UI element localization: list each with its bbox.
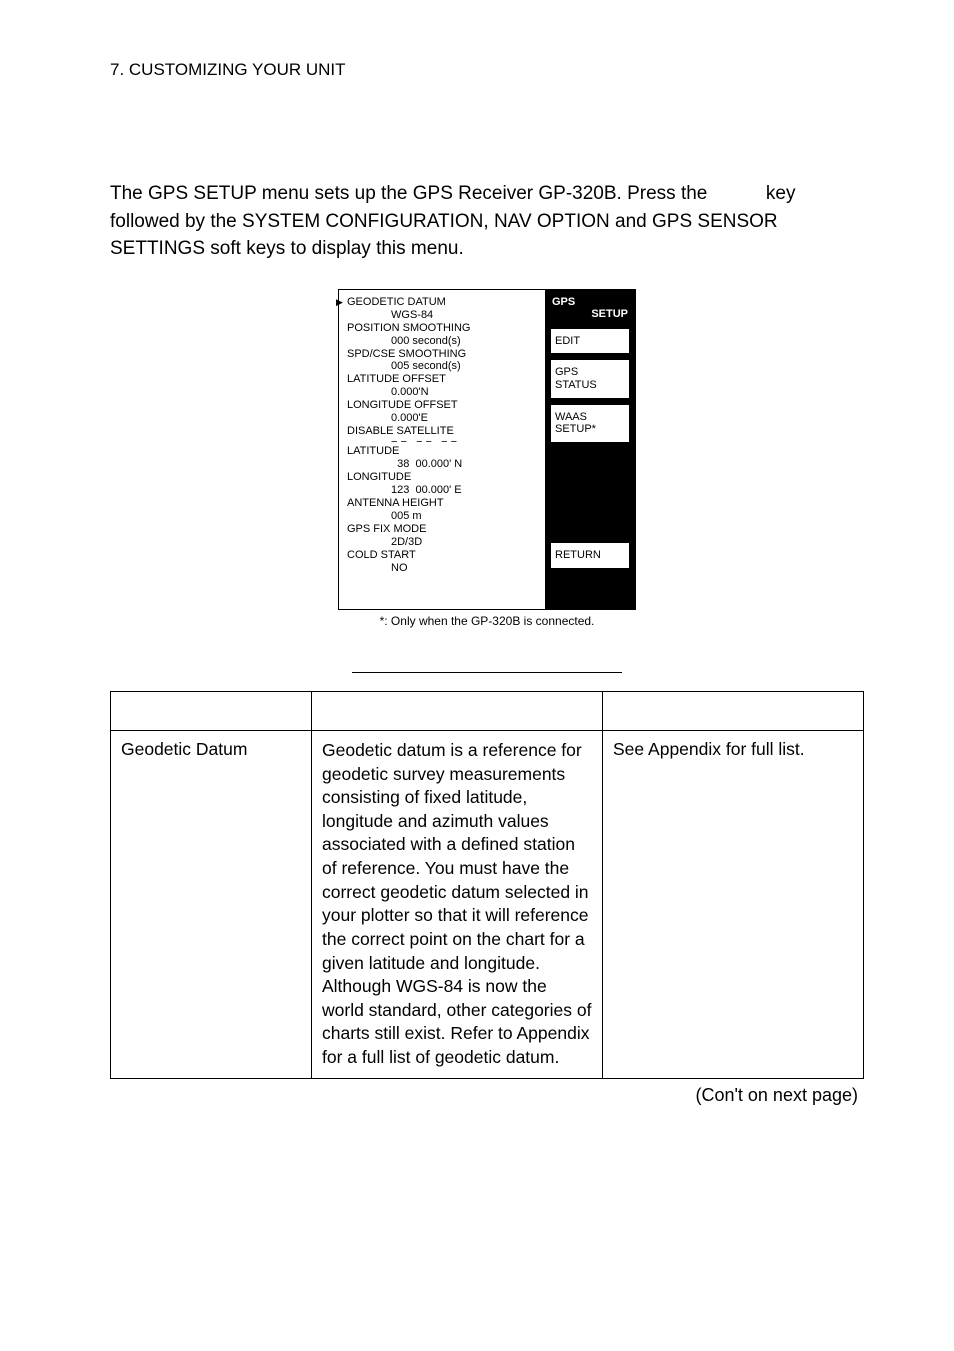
intro-paragraph: The GPS SETUP menu sets up the GPS Recei…: [110, 180, 864, 263]
menu-item-cold-start: COLD START: [347, 549, 539, 562]
menu-item-longitude: LONGITUDE: [347, 471, 539, 484]
menu-value-disable-satellite: − − − − − −: [347, 436, 457, 449]
softkey-waas-setup[interactable]: WAAS SETUP*: [550, 404, 630, 443]
table-cell-description: Geodetic datum is a reference for geodet…: [312, 730, 603, 1078]
intro-text-1: The GPS SETUP menu sets up the GPS Recei…: [110, 183, 713, 204]
softkey-gps-status-line1: GPS: [555, 366, 625, 379]
menu-value-antenna-height: 005 m: [347, 510, 539, 523]
title-line-2: SETUP: [552, 308, 628, 320]
menu-value-geodetic-datum: WGS-84: [347, 309, 539, 322]
screenshot-caption: *: Only when the GP-320B is connected.: [110, 614, 864, 628]
continuation-note: (Con't on next page): [110, 1085, 864, 1106]
menu-value-gps-fix-mode: 2D/3D: [347, 536, 539, 549]
softkey-return[interactable]: RETURN: [550, 542, 630, 569]
menu-item-latitude-offset: LATITUDE OFFSET: [347, 373, 539, 386]
section-underline: [352, 672, 622, 673]
menu-value-cold-start: NO: [347, 562, 539, 575]
screenshot-menu-list: GEODETIC DATUM WGS-84 POSITION SMOOTHING…: [339, 290, 545, 609]
page-header: 7. CUSTOMIZING YOUR UNIT: [110, 60, 864, 80]
menu-value-longitude: 123 00.000' E: [347, 484, 539, 497]
menu-item-gps-fix-mode: GPS FIX MODE: [347, 523, 539, 536]
options-table: Geodetic Datum Geodetic datum is a refer…: [110, 691, 864, 1079]
softkey-gps-status-line2: STATUS: [555, 379, 625, 392]
screenshot-softkey-column: GPS SETUP EDIT GPS STATUS WAAS SETUP* RE…: [545, 290, 635, 609]
softkey-gps-status[interactable]: GPS STATUS: [550, 359, 630, 398]
menu-item-antenna-height: ANTENNA HEIGHT: [347, 497, 539, 510]
table-cell-options: See Appendix for full list.: [603, 730, 864, 1078]
menu-value-latitude-offset: 0.000'N: [347, 386, 539, 399]
softkey-waas-line1: WAAS: [555, 411, 625, 424]
title-line-1: GPS: [552, 296, 628, 308]
gps-setup-screenshot: GEODETIC DATUM WGS-84 POSITION SMOOTHING…: [338, 289, 636, 610]
table-header-3: [603, 691, 864, 730]
table-row: Geodetic Datum Geodetic datum is a refer…: [111, 730, 864, 1078]
table-header-2: [312, 691, 603, 730]
table-header-1: [111, 691, 312, 730]
menu-value-spd-cse-smoothing: 005 second(s): [347, 360, 539, 373]
softkey-waas-line2: SETUP*: [555, 423, 625, 436]
menu-value-longitude-offset: 0.000'E: [347, 412, 539, 425]
menu-item-geodetic-datum: GEODETIC DATUM: [347, 296, 539, 309]
softkey-return-label: RETURN: [555, 549, 625, 562]
menu-item-spd-cse-smoothing: SPD/CSE SMOOTHING: [347, 348, 539, 361]
softkey-edit-label: EDIT: [555, 335, 625, 348]
screenshot-title-bar: GPS SETUP: [550, 295, 630, 323]
menu-value-position-smoothing: 000 second(s): [347, 335, 539, 348]
table-cell-item: Geodetic Datum: [111, 730, 312, 1078]
menu-item-longitude-offset: LONGITUDE OFFSET: [347, 399, 539, 412]
menu-value-latitude: 38 00.000' N: [347, 458, 539, 471]
table-header-row: [111, 691, 864, 730]
softkey-edit[interactable]: EDIT: [550, 328, 630, 355]
menu-item-position-smoothing: POSITION SMOOTHING: [347, 322, 539, 335]
